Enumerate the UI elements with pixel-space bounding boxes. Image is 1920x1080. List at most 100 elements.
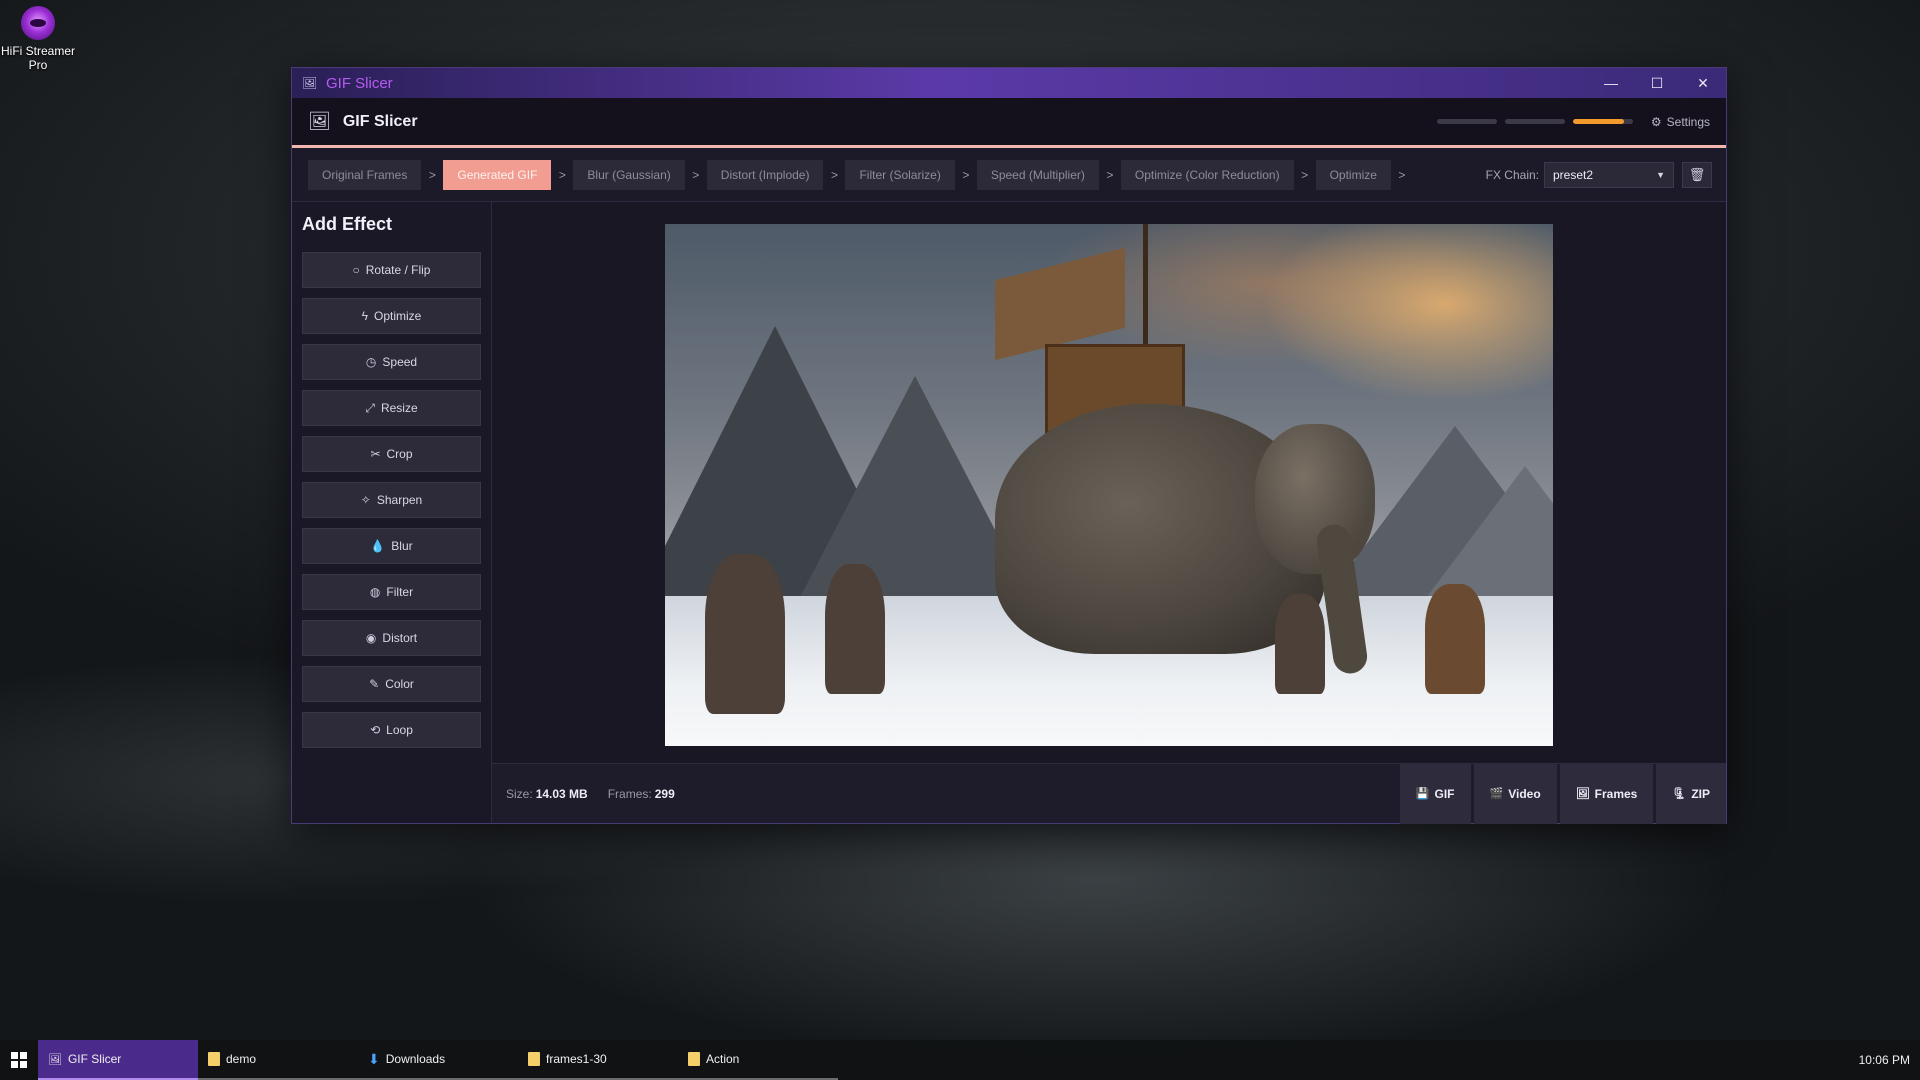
pipeline-arrow: > (558, 167, 566, 182)
export-gif-button[interactable]: 💾 GIF (1399, 763, 1471, 824)
effect-button-label: Loop (386, 723, 413, 737)
pipeline-step[interactable]: Generated GIF (443, 159, 552, 190)
progress-bar-2 (1504, 119, 1565, 124)
pipeline-step[interactable]: Filter (Solarize) (845, 159, 955, 190)
brush-icon: ✎ (369, 677, 380, 691)
desktop-icon-label: HiFi Streamer Pro (0, 44, 75, 72)
add-effect-crop-button[interactable]: ✂ Crop (302, 436, 481, 472)
download-icon: ⬇ (368, 1050, 380, 1067)
gif-preview-image (665, 224, 1553, 746)
resize-icon: ⤢ (365, 400, 375, 415)
add-effect-speed-button[interactable]: ◷ Speed (302, 344, 481, 380)
palette-icon: ◍ (369, 585, 381, 599)
taskbar-item[interactable]: ⬇ Downloads (358, 1040, 518, 1080)
delete-chain-button[interactable]: 🗑 (1682, 161, 1712, 188)
add-effect-blur-button[interactable]: 💧 Blur (302, 528, 481, 564)
pipeline-arrow: > (1398, 167, 1406, 182)
export-video-button[interactable]: 🎬 Video (1473, 763, 1557, 824)
title-bar[interactable]: 🖼 GIF Slicer — ☐ ✕ (292, 68, 1726, 98)
effect-button-label: Filter (386, 585, 414, 599)
desktop-icon-hifi-streamer[interactable]: HiFi Streamer Pro (0, 6, 76, 72)
taskbar-item[interactable]: Action (678, 1040, 838, 1080)
image-icon: 🖼 (1575, 788, 1590, 800)
taskbar-clock[interactable]: 10:06 PM (1859, 1053, 1910, 1067)
pipeline-arrow: > (692, 167, 700, 182)
distort-icon: ◉ (365, 631, 377, 645)
taskbar-item[interactable]: demo (198, 1040, 358, 1080)
add-effect-resize-button[interactable]: ⤢ Resize (302, 390, 481, 426)
pipeline-step[interactable]: Speed (Multiplier) (976, 159, 1099, 190)
taskbar-item[interactable]: frames1-30 (518, 1040, 678, 1080)
preview-area (492, 202, 1726, 763)
app-window: 🖼 GIF Slicer — ☐ ✕ 🖼 GIF Slicer ⚙ Settin… (291, 67, 1727, 824)
effect-button-label: Crop (386, 447, 413, 461)
effect-button-label: Sharpen (376, 493, 423, 507)
export-zip-button[interactable]: 🗜 ZIP (1656, 763, 1726, 824)
maximize-button[interactable]: ☐ (1634, 68, 1680, 98)
fx-chain: FX Chain: preset2 ▼ 🗑 (1485, 161, 1726, 188)
pipeline-step[interactable]: Optimize (1315, 159, 1391, 190)
rotate-icon: ○ (352, 263, 360, 277)
taskbar-item-label: demo (226, 1052, 257, 1066)
sidebar-title: Add Effect (302, 214, 392, 234)
pipeline-arrow: > (830, 167, 838, 182)
gear-icon: ⚙ (1650, 114, 1662, 129)
sharpen-icon: ✧ (360, 493, 371, 507)
add-effect-loop-button[interactable]: ⟲ Loop (302, 712, 481, 748)
bolt-icon: ϟ (361, 309, 368, 323)
effect-button-label: Distort (382, 631, 418, 645)
frames-value: 299 (654, 786, 675, 801)
add-effect-optimize-button[interactable]: ϟ Optimize (302, 298, 481, 334)
folder-icon (208, 1052, 220, 1066)
pipeline-step[interactable]: Blur (Gaussian) (573, 159, 685, 190)
stopwatch-icon: ◷ (365, 355, 377, 369)
effect-button-label: Optimize (374, 309, 422, 323)
crop-icon: ✂ (370, 447, 381, 461)
taskbar-item-label: frames1-30 (546, 1052, 607, 1066)
app-header: 🖼 GIF Slicer ⚙ Settings (292, 98, 1726, 148)
start-button[interactable] (0, 1040, 38, 1080)
effect-button-label: Color (385, 677, 414, 691)
status-footer: Size: 14.03 MB Frames: 299 💾 GIF 🎬 Video 🖼 Fram… (492, 763, 1726, 824)
fx-chain-label: FX Chain: (1485, 167, 1539, 182)
frames-label: Frames: (607, 786, 652, 801)
taskbar-item[interactable]: 🖼 GIF Slicer (38, 1040, 198, 1080)
effect-button-label: Blur (391, 539, 413, 553)
pipeline-arrow: > (428, 167, 436, 182)
app-title: GIF Slicer (342, 112, 418, 130)
effect-button-label: Resize (380, 401, 418, 415)
export-frames-button[interactable]: 🖼 Frames (1559, 763, 1654, 824)
minimize-button[interactable]: — (1588, 68, 1634, 98)
pipeline-step[interactable]: Optimize (Color Reduction) (1120, 159, 1294, 190)
export-label: Video (1508, 786, 1541, 801)
loop-icon: ⟲ (370, 723, 381, 737)
size-stat: Size: 14.03 MB (506, 787, 588, 801)
add-effect-color-button[interactable]: ✎ Color (302, 666, 481, 702)
fx-chain-select[interactable]: preset2 ▼ (1544, 161, 1674, 188)
settings-button[interactable]: ⚙ Settings (1651, 115, 1710, 129)
export-label: Frames (1594, 786, 1638, 801)
progress-bar-1 (1436, 119, 1497, 124)
add-effect-distort-button[interactable]: ◉ Distort (302, 620, 481, 656)
add-effect-filter-button[interactable]: ◍ Filter (302, 574, 481, 610)
archive-icon: 🗜 (1672, 788, 1687, 800)
trash-icon: 🗑 (1688, 166, 1706, 182)
folder-icon (688, 1052, 700, 1066)
save-icon: 💾 (1415, 788, 1430, 800)
folder-icon (528, 1052, 540, 1066)
app-title-icon: 🖼 (302, 76, 318, 90)
pipeline-step[interactable]: Original Frames (308, 159, 422, 190)
add-effect-rotate-flip-button[interactable]: ○ Rotate / Flip (302, 252, 481, 288)
gif-slicer-logo-icon: 🖼 (308, 111, 331, 131)
app-icon: 🖼 (48, 1053, 62, 1066)
pipeline-step[interactable]: Distort (Implode) (706, 159, 824, 190)
taskbar-item-label: GIF Slicer (67, 1052, 122, 1066)
add-effect-sharpen-button[interactable]: ✧ Sharpen (302, 482, 481, 518)
effect-button-label: Speed (382, 355, 418, 369)
effect-button-label: Rotate / Flip (365, 263, 431, 277)
close-button[interactable]: ✕ (1680, 68, 1726, 98)
progress-bar-3 (1572, 119, 1633, 124)
taskbar: 🖼 GIF Slicer demo ⬇ Downloads frames1-30 Actio… (0, 1040, 1920, 1080)
export-label: ZIP (1691, 786, 1710, 801)
hifi-streamer-logo-icon (21, 6, 55, 40)
